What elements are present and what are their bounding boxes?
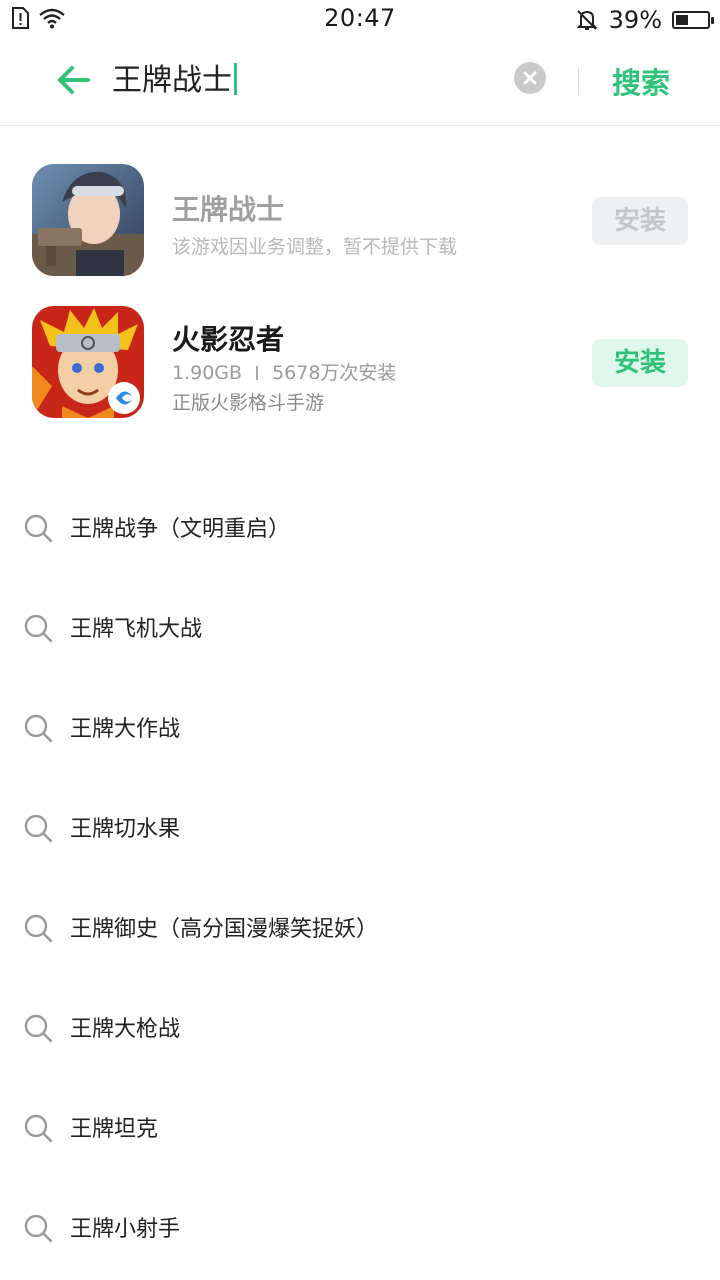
close-icon [523,71,537,85]
suggestion-item[interactable]: 王牌飞机大战 [0,602,720,702]
app-name: 王牌战士 [172,193,285,226]
search-icon [24,1114,53,1143]
text-caret [234,63,237,95]
search-button[interactable]: 搜索 [612,60,670,102]
search-icon [24,514,53,543]
app-result-item[interactable]: 火影忍者 1.90GB 5678万次安装 正版火影格斗手游 安装 [0,306,720,426]
search-icon [24,914,53,943]
suggestion-text: 王牌大作战 [70,717,181,742]
app-meta: 1.90GB 5678万次安装 [172,358,396,385]
suggestion-text: 王牌御史（高分国漫爆笑捉妖） [70,917,379,942]
app-size: 1.90GB [172,362,243,384]
app-description: 正版火影格斗手游 [172,392,325,414]
search-icon [24,1014,53,1043]
suggestion-text: 王牌切水果 [70,817,181,842]
suggestion-item[interactable]: 王牌战争（文明重启） [0,502,720,602]
app-icon-wangpaizhanshi [32,164,144,276]
suggestion-item[interactable]: 王牌御史（高分国漫爆笑捉妖） [0,902,720,1002]
search-query-text: 王牌战士 [112,63,232,98]
app-name: 火影忍者 [172,323,285,356]
suggestion-text: 王牌飞机大战 [70,617,203,642]
battery-percent: 39% [608,6,662,34]
search-icon [24,714,53,743]
suggestion-item[interactable]: 王牌大作战 [0,702,720,802]
app-unavailable-note: 该游戏因业务调整，暂不提供下载 [172,236,458,258]
back-arrow-icon [58,66,90,94]
search-icon [24,614,53,643]
suggestion-item[interactable]: 王牌坦克 [0,1102,720,1202]
clear-search-button[interactable] [514,62,546,94]
suggestion-item[interactable]: 王牌切水果 [0,802,720,902]
app-icon-huoyingrenzhe [32,306,144,418]
app-result-item[interactable]: 王牌战士 该游戏因业务调整，暂不提供下载 安装 [0,164,720,284]
app-install-count: 5678万次安装 [272,362,397,384]
header-divider [578,68,579,94]
install-button-disabled[interactable]: 安装 [592,197,688,245]
mute-bell-icon [576,10,598,30]
search-icon [24,814,53,843]
search-icon [24,1214,53,1243]
suggestion-text: 王牌战争（文明重启） [70,517,291,542]
status-right-icons: 39% [575,6,714,34]
back-button[interactable] [54,60,94,100]
suggestion-text: 王牌坦克 [70,1117,159,1142]
search-input[interactable]: 王牌战士 [112,58,492,104]
suggestion-text: 王牌小射手 [70,1217,181,1242]
meta-separator [256,366,259,380]
suggestion-text: 王牌大枪战 [70,1017,181,1042]
search-header: 王牌战士 搜索 [0,40,720,126]
suggestion-item[interactable]: 王牌大枪战 [0,1002,720,1102]
suggestion-item[interactable]: 王牌小射手 [0,1202,720,1280]
install-button[interactable]: 安装 [592,339,688,387]
battery-level-fill [676,15,688,25]
battery-icon [672,11,714,29]
status-bar: 20:47 39% [0,0,720,40]
